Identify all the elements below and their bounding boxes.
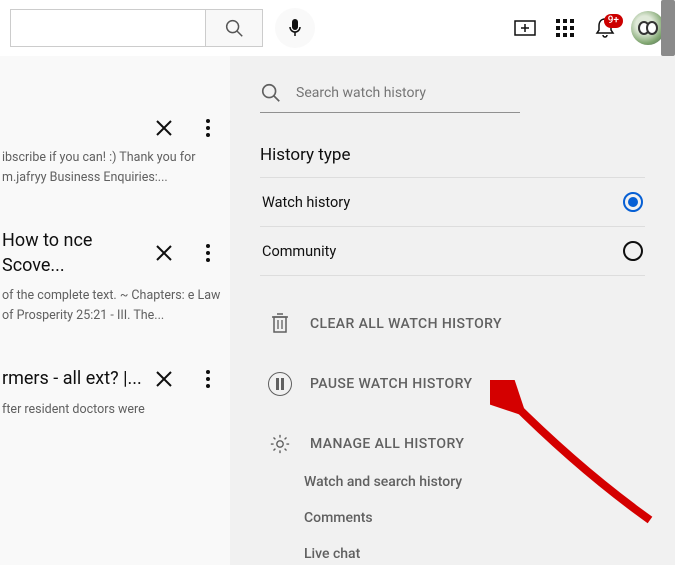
search-icon xyxy=(223,17,245,39)
history-type-community[interactable]: Community xyxy=(260,226,645,276)
remove-video-button[interactable] xyxy=(152,116,176,140)
close-icon xyxy=(154,243,174,263)
radio-label: Watch history xyxy=(262,194,350,211)
gear-icon xyxy=(268,432,292,456)
radio-label: Community xyxy=(262,243,336,260)
action-label: PAUSE WATCH HISTORY xyxy=(310,376,472,392)
trash-icon xyxy=(270,312,290,336)
history-sidebar: History type Watch history Community CLE… xyxy=(230,56,675,565)
kebab-icon xyxy=(206,244,210,262)
video-description: fter resident doctors were xyxy=(0,400,230,420)
manage-history-button[interactable]: MANAGE ALL HISTORY xyxy=(260,424,645,464)
video-title[interactable]: How to nce Scove... xyxy=(0,228,152,278)
search-input[interactable] xyxy=(10,9,205,47)
search-icon xyxy=(260,82,282,104)
history-list: ibscribe if you can! :) Thank you for m.… xyxy=(0,56,230,565)
kebab-icon xyxy=(206,119,210,137)
video-description: of the complete text. ~ Chapters: e Law … xyxy=(0,286,230,326)
history-type-watch[interactable]: Watch history xyxy=(260,177,645,226)
sub-action-live-chat[interactable]: Live chat xyxy=(260,536,645,565)
remove-video-button[interactable] xyxy=(152,367,176,391)
top-bar: 9+ xyxy=(0,0,675,56)
video-menu-button[interactable] xyxy=(196,116,220,140)
voice-search-button[interactable] xyxy=(275,8,315,48)
close-icon xyxy=(154,118,174,138)
create-button[interactable] xyxy=(505,8,545,48)
action-label: MANAGE ALL HISTORY xyxy=(310,436,464,452)
video-menu-button[interactable] xyxy=(196,241,220,265)
search-button[interactable] xyxy=(205,9,263,47)
apps-grid-icon xyxy=(556,19,574,37)
clear-history-button[interactable]: CLEAR ALL WATCH HISTORY xyxy=(260,304,645,344)
close-icon xyxy=(154,369,174,389)
history-type-title: History type xyxy=(260,145,645,165)
avatar[interactable] xyxy=(631,11,665,45)
video-description: ibscribe if you can! :) Thank you for m.… xyxy=(0,148,230,188)
radio-unselected-icon xyxy=(623,241,643,261)
apps-button[interactable] xyxy=(545,8,585,48)
sub-action-watch-search[interactable]: Watch and search history xyxy=(260,464,645,500)
action-label: CLEAR ALL WATCH HISTORY xyxy=(310,316,502,332)
radio-selected-icon xyxy=(623,192,643,212)
create-icon xyxy=(514,20,536,36)
content-area: ibscribe if you can! :) Thank you for m.… xyxy=(0,56,675,565)
scrollbar-thumb[interactable] xyxy=(661,0,675,56)
mic-icon xyxy=(287,18,303,38)
sub-action-comments[interactable]: Comments xyxy=(260,500,645,536)
video-item: How to nce Scove... of the complete text… xyxy=(0,218,230,356)
search-container xyxy=(10,9,263,47)
video-item: ibscribe if you can! :) Thank you for m.… xyxy=(0,106,230,218)
history-search[interactable] xyxy=(260,82,520,113)
notification-badge: 9+ xyxy=(604,14,623,28)
pause-history-button[interactable]: PAUSE WATCH HISTORY xyxy=(260,364,645,404)
video-title[interactable]: rmers - all ext? |... xyxy=(0,366,152,391)
pause-icon xyxy=(268,372,292,396)
remove-video-button[interactable] xyxy=(152,241,176,265)
history-search-input[interactable] xyxy=(296,85,520,101)
video-item: rmers - all ext? |... fter resident doct… xyxy=(0,356,230,449)
kebab-icon xyxy=(206,370,210,388)
video-menu-button[interactable] xyxy=(196,367,220,391)
notifications-button[interactable]: 9+ xyxy=(585,8,625,48)
